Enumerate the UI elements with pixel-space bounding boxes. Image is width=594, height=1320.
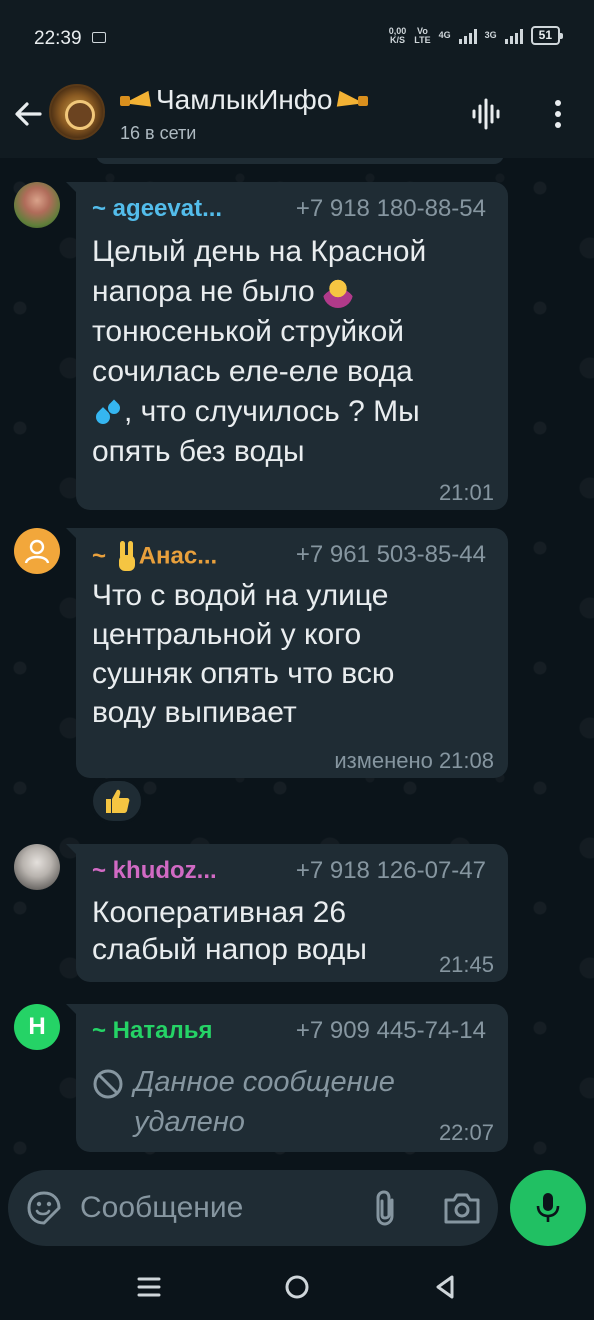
system-navigation-bar (0, 1254, 594, 1320)
battery-icon: 51 (530, 26, 564, 45)
sender-phone: +7 961 503-85-44 (295, 541, 486, 568)
message-time: изменено 21:08 (334, 748, 494, 773)
status-time: 22:39 (34, 28, 82, 49)
sender-phone: +7 918 126-07-47 (295, 857, 486, 884)
status-indicators: 0,00 K/S Vo LTE 4G 3G 51 (388, 25, 564, 45)
message-input[interactable] (80, 1188, 360, 1228)
default-user-icon (24, 539, 50, 564)
message-header: ~ ageevat... +7 918 180-88-54 (92, 195, 486, 223)
group-avatar[interactable] (49, 84, 105, 140)
chat-title[interactable]: ЧамлыкИнфо (120, 84, 368, 116)
sender-phone: +7 909 445-74-14 (295, 1017, 486, 1044)
chat-title-text: ЧамлыкИнфо (156, 84, 333, 115)
signal-icon-1 (458, 28, 477, 44)
victory-hand-emoji (113, 541, 139, 573)
person-shrugging-emoji (323, 278, 354, 309)
back-triangle-icon[interactable] (428, 1270, 462, 1304)
online-count: 16 в сети (120, 123, 197, 143)
network-type-1: 4G (438, 30, 451, 40)
message-list[interactable]: ~ ageevat... +7 918 180-88-54 Целый день… (0, 158, 594, 1178)
status-bar: 22:39 0,00 K/S Vo LTE 4G 3G 51 (0, 0, 594, 78)
megaphone-icon (332, 88, 368, 112)
network-type-2: 3G (484, 30, 497, 40)
signal-icon-2 (504, 28, 523, 44)
back-arrow-icon[interactable] (10, 96, 46, 132)
thumbs-up-icon (106, 789, 130, 813)
voice-record-button[interactable] (510, 1170, 586, 1246)
message-time: 21:01 (438, 480, 494, 505)
sender-avatar[interactable] (14, 844, 60, 890)
volte-indicator: Vo LTE (414, 25, 431, 45)
message-text: Что с водой на улице центральной у кого … (92, 579, 395, 729)
message-header: ~ khudoz... +7 918 126-07-47 (92, 857, 486, 885)
compose-field (8, 1170, 498, 1246)
reaction-badge[interactable] (90, 778, 144, 824)
message-header: ~ Наталья +7 909 445-74-14 (92, 1017, 486, 1045)
message-text: Целый день на Красной напора не было тон… (92, 235, 427, 468)
message-bubble[interactable]: ~ ageevat... +7 918 180-88-54 Целый день… (66, 182, 508, 510)
sender-name[interactable]: ~ Анас... (92, 541, 217, 573)
message-time: 21:45 (438, 952, 494, 977)
emoji-sticker-icon[interactable] (26, 1190, 62, 1226)
chat-header: ЧамлыкИнфо 16 в сети (0, 78, 594, 158)
camera-icon[interactable] (442, 1190, 482, 1226)
microphone-icon (536, 1193, 560, 1222)
megaphone-icon (120, 88, 156, 112)
message-time: 22:07 (438, 1120, 494, 1145)
sender-name[interactable]: ~ khudoz... (92, 857, 217, 885)
deleted-message-icon (93, 1069, 123, 1099)
sender-phone: +7 918 180-88-54 (295, 195, 486, 222)
sender-name[interactable]: ~ ageevat... (92, 195, 222, 223)
sweat-droplets-emoji (92, 398, 124, 428)
sender-avatar[interactable]: Н (14, 1004, 60, 1050)
recent-apps-icon[interactable] (132, 1270, 166, 1304)
previous-message-edge (96, 158, 504, 164)
notification-icon (92, 32, 106, 43)
sender-avatar[interactable] (14, 182, 60, 228)
compose-bar (0, 1170, 594, 1254)
message-bubble[interactable]: ~ Анас... +7 961 503-85-44 Что с водой н… (66, 528, 508, 778)
attachment-icon[interactable] (368, 1188, 404, 1228)
network-speed: 0,00 K/S (388, 25, 407, 45)
sender-avatar[interactable] (14, 528, 60, 574)
message-bubble[interactable]: ~ Наталья +7 909 445-74-14 Данное сообще… (66, 1004, 508, 1152)
sender-name[interactable]: ~ Наталья (92, 1017, 212, 1045)
message-bubble[interactable]: ~ khudoz... +7 918 126-07-47 Кооперативн… (66, 844, 508, 982)
voice-chat-icon[interactable] (466, 94, 506, 134)
message-header: ~ Анас... +7 961 503-85-44 (92, 541, 486, 571)
home-icon[interactable] (280, 1270, 314, 1304)
deleted-message-text: Данное сообщение удалено (134, 1066, 395, 1138)
message-text: Кооперативная 26 слабый напор воды (92, 896, 367, 966)
more-options-icon[interactable] (538, 94, 578, 134)
